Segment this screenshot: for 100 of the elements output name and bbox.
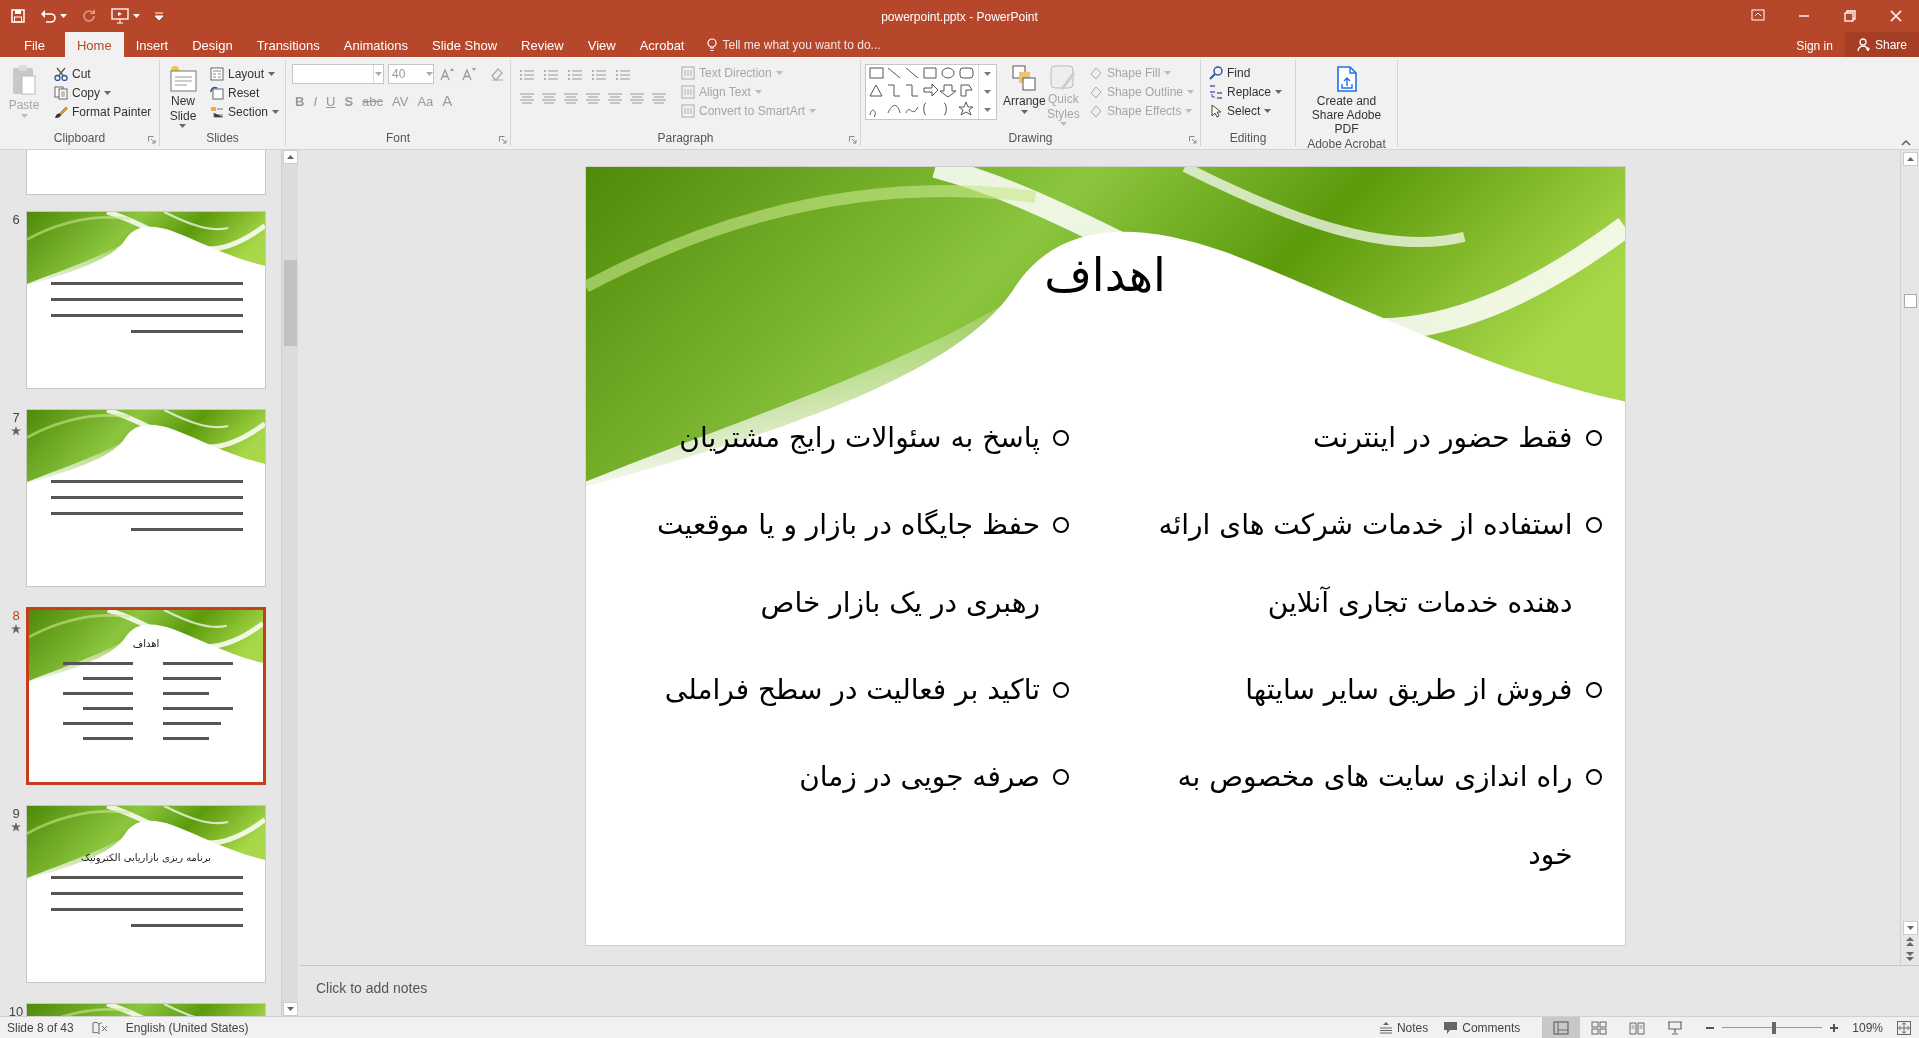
launcher-icon — [1189, 136, 1197, 144]
normal-view-button[interactable] — [1542, 1017, 1581, 1038]
spelling-button[interactable] — [91, 1020, 108, 1035]
slide-canvas[interactable] — [584, 166, 1626, 946]
slide-thumbnail[interactable]: اهداف — [26, 607, 266, 785]
caret-icon — [809, 108, 817, 113]
shape-style-icon — [1088, 103, 1103, 118]
person-add-icon — [1856, 37, 1871, 52]
section-button[interactable]: Section — [207, 102, 281, 121]
caret-icon — [984, 90, 991, 94]
book-x-icon — [91, 1020, 108, 1035]
ribbon-tab[interactable]: Animations — [331, 32, 421, 57]
zoom-slider[interactable] — [1722, 1021, 1823, 1034]
slide-number: 6 — [12, 213, 20, 226]
share-button[interactable]: Share — [1844, 32, 1919, 57]
scrollbar-thumb[interactable] — [1903, 294, 1917, 308]
hollow-bullet-icon — [1052, 429, 1070, 447]
document-share-icon — [1335, 66, 1358, 92]
ribbon-tab[interactable]: Design — [180, 32, 245, 57]
ribbon-tab[interactable]: Slide Show — [420, 32, 510, 57]
restore-icon — [1843, 9, 1857, 23]
zoom-level-button[interactable]: 109% — [1842, 1018, 1893, 1037]
thumbnail-title: اهداف — [131, 637, 161, 651]
sign-in-link[interactable]: Sign in — [1784, 32, 1845, 57]
format-painter-button[interactable]: Format Painter — [52, 102, 154, 121]
replace-icon — [1209, 84, 1223, 99]
bullet-text: راه اندازی سایت های مخصوص به خود — [1176, 759, 1573, 873]
scissors-icon — [54, 66, 68, 81]
lightbulb-icon — [706, 37, 719, 52]
window-title: powerpoint.pptx - PowerPoint — [881, 9, 1038, 26]
notes-field[interactable]: Click to add notes — [316, 978, 1900, 999]
caret-icon — [1185, 108, 1193, 113]
ribbon-tab[interactable]: File — [4, 32, 65, 57]
slide-title: اهداف — [1044, 247, 1166, 304]
font-size-field[interactable]: 40 — [388, 64, 434, 84]
grow-font-icon — [440, 67, 454, 81]
caret-icon — [1906, 926, 1914, 930]
arrange-button[interactable]: Arrange — [1003, 62, 1046, 130]
copy-button[interactable]: Copy — [52, 83, 154, 102]
dialog-launcher-button[interactable] — [1189, 136, 1197, 144]
shapes-gallery[interactable] — [865, 64, 997, 120]
slide-thumbnail[interactable] — [26, 409, 266, 587]
caret-icon — [179, 124, 187, 128]
replace-button[interactable]: Replace — [1207, 82, 1285, 101]
slide-number: 9 — [12, 807, 20, 820]
caret-icon — [775, 70, 783, 75]
ribbon-tab[interactable]: View — [575, 32, 628, 57]
caret-icon — [984, 108, 991, 112]
hollow-bullet-icon — [1584, 768, 1603, 786]
scroll-up-icon — [286, 155, 294, 159]
chevron-up-icon — [1901, 138, 1911, 146]
slide-thumbnail[interactable]: برنامه ریزی بازاریابی الکترونیک — [26, 805, 266, 983]
caret-icon — [984, 72, 991, 76]
cut-button[interactable]: Cut — [52, 64, 154, 83]
collapse-ribbon-button[interactable] — [1901, 138, 1911, 146]
copy-icon — [54, 85, 68, 100]
find-button[interactable]: Find — [1207, 63, 1285, 82]
ribbon-tab[interactable]: Transitions — [244, 32, 332, 57]
ribbon-tab[interactable]: Insert — [123, 32, 181, 57]
font-name-field[interactable] — [292, 64, 384, 84]
projector-screen-icon — [1667, 1020, 1684, 1035]
launcher-icon — [499, 136, 507, 144]
group-label: Clipboard — [53, 130, 106, 147]
paragraph-tool-icon — [681, 65, 695, 80]
ribbon-tab[interactable]: Acrobat — [627, 32, 697, 57]
thumbnail-scrollbar[interactable] — [281, 150, 298, 1016]
redo-icon — [82, 9, 96, 23]
group-label: Adobe Acrobat — [1307, 136, 1386, 153]
caret-icon — [1059, 122, 1067, 126]
ribbon-tab[interactable]: Review — [509, 32, 576, 57]
hollow-bullet-icon — [1584, 516, 1603, 534]
save-button[interactable] — [8, 6, 28, 26]
notes-button[interactable]: Notes — [1371, 1018, 1437, 1037]
paintbrush-icon — [54, 104, 68, 119]
layout-button[interactable]: Layout — [207, 64, 281, 83]
select-button[interactable]: Select — [1207, 101, 1285, 120]
comments-button[interactable]: Comments — [1436, 1018, 1529, 1037]
ribbon-tab[interactable]: Home — [64, 32, 124, 57]
slide-thumbnail[interactable] — [26, 150, 266, 195]
language-label: English (United States) — [125, 1019, 249, 1037]
slide-counter: Slide 8 of 43 — [6, 1019, 74, 1037]
create-adobe-pdf-button[interactable]: Create and Share Adobe PDF — [1300, 62, 1393, 136]
dialog-launcher-button[interactable] — [148, 136, 156, 144]
decrease-font-size-button[interactable] — [460, 65, 478, 83]
slide-thumbnail[interactable] — [26, 211, 266, 389]
shape-style-icon — [1088, 65, 1103, 80]
dialog-launcher-button[interactable] — [849, 136, 857, 144]
reset-icon — [209, 85, 224, 100]
scrollbar-thumb[interactable] — [283, 260, 297, 346]
slide-scrollbar[interactable] — [1900, 150, 1919, 965]
reset-button[interactable]: Reset — [207, 83, 281, 102]
caret-icon — [1187, 89, 1194, 94]
group-label: Paragraph — [657, 130, 714, 147]
new-slide-button[interactable]: New Slide — [164, 62, 202, 130]
shape-style-icon — [1088, 84, 1103, 99]
scroll-up-icon — [1906, 157, 1914, 161]
dialog-launcher-button[interactable] — [499, 136, 507, 144]
group-label: Font — [386, 130, 410, 147]
tell-me-field[interactable]: Tell me what you want to do... — [706, 32, 923, 57]
slideshow-button[interactable] — [111, 6, 140, 26]
